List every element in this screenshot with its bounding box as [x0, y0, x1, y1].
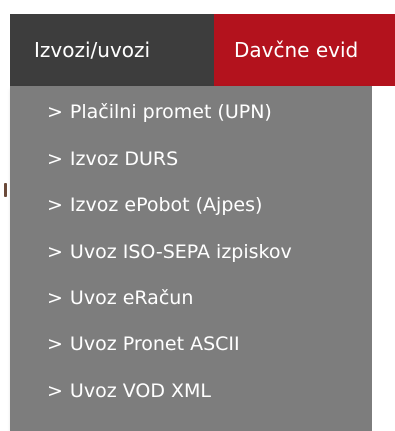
background-area [372, 86, 395, 431]
chevron-right-icon: > [47, 287, 63, 309]
main-menubar: Izvozi/uvozi Davčne evid [10, 14, 395, 86]
tab-davcne-evidence[interactable]: Davčne evid [214, 14, 395, 86]
menu-item-izvoz-epobot[interactable]: > Izvoz ePobot (Ajpes) [47, 188, 262, 222]
tab-izvozi-uvozi[interactable]: Izvozi/uvozi [10, 14, 214, 86]
menu-item-label: Uvoz Pronet ASCII [69, 333, 240, 355]
chevron-right-icon: > [47, 194, 63, 216]
screen: Izvozi/uvozi Davčne evid > Plačilni prom… [0, 0, 395, 431]
menu-item-uvoz-pronet-ascii[interactable]: > Uvoz Pronet ASCII [47, 327, 240, 361]
menu-item-label: Plačilni promet (UPN) [69, 101, 272, 123]
page-edge-mark [4, 183, 7, 197]
menu-item-uvoz-iso-sepa[interactable]: > Uvoz ISO-SEPA izpiskov [47, 235, 292, 269]
menu-item-uvoz-eracun[interactable]: > Uvoz eRačun [47, 281, 193, 315]
menu-item-uvoz-vod-xml[interactable]: > Uvoz VOD XML [47, 374, 211, 408]
chevron-right-icon: > [47, 148, 63, 170]
left-page-edge [0, 0, 10, 431]
menu-item-izvoz-durs[interactable]: > Izvoz DURS [47, 142, 178, 176]
izvozi-uvozi-dropdown: > Plačilni promet (UPN) > Izvoz DURS > I… [10, 86, 372, 431]
menu-item-label: Uvoz VOD XML [69, 380, 211, 402]
chevron-right-icon: > [47, 380, 63, 402]
menu-item-label: Izvoz DURS [69, 148, 179, 170]
menu-item-placilni-promet[interactable]: > Plačilni promet (UPN) [47, 95, 272, 129]
menu-item-label: Uvoz eRačun [69, 287, 194, 309]
menu-item-label: Uvoz ISO-SEPA izpiskov [69, 241, 292, 263]
chevron-right-icon: > [47, 333, 63, 355]
tab-izvozi-uvozi-label: Izvozi/uvozi [34, 38, 151, 62]
tab-davcne-evidence-label: Davčne evid [234, 38, 359, 62]
chevron-right-icon: > [47, 101, 63, 123]
menu-item-label: Izvoz ePobot (Ajpes) [69, 194, 263, 216]
chevron-right-icon: > [47, 241, 63, 263]
